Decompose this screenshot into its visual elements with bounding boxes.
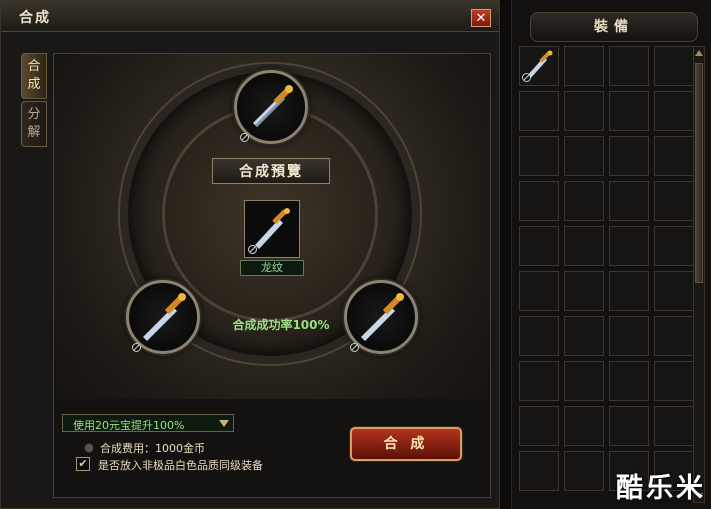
inventory-slot[interactable] (519, 226, 559, 266)
inventory-slot[interactable] (609, 91, 649, 131)
dropdown-arrow-icon (219, 420, 229, 427)
sword-icon (253, 85, 293, 127)
inventory-slot[interactable] (609, 361, 649, 401)
bound-icon (240, 133, 249, 142)
inventory-slot[interactable] (564, 91, 604, 131)
inventory-slot[interactable] (519, 451, 559, 491)
inventory-slot[interactable] (609, 271, 649, 311)
inventory-slot[interactable] (519, 181, 559, 221)
inventory-slot[interactable] (564, 271, 604, 311)
inventory-slot[interactable] (654, 316, 694, 356)
bound-icon (522, 73, 531, 82)
window-title: 合成 (19, 10, 51, 26)
inventory-slot[interactable] (609, 136, 649, 176)
check-icon: ✔ (78, 457, 88, 470)
sword-icon (361, 293, 404, 341)
inventory-slot[interactable] (564, 181, 604, 221)
inventory-slot[interactable] (654, 406, 694, 446)
inventory-slot[interactable] (564, 136, 604, 176)
inventory-slot[interactable] (609, 316, 649, 356)
inventory-slot[interactable] (654, 226, 694, 266)
inventory-slot[interactable] (564, 46, 604, 86)
result-item-name: 龙纹 (240, 260, 304, 276)
inventory-slot[interactable] (519, 361, 559, 401)
inventory-slot[interactable] (654, 361, 694, 401)
inventory-slot[interactable] (564, 361, 604, 401)
inventory-slot[interactable] (609, 406, 649, 446)
sword-icon (143, 293, 186, 341)
inventory-slot[interactable] (654, 46, 694, 86)
title-bar: 合成 ✕ (1, 1, 499, 32)
inventory-slot[interactable] (564, 226, 604, 266)
inventory-scrollbar[interactable] (693, 46, 705, 503)
tab-merge-label: 合成 (27, 59, 41, 92)
merge-cost: 合成费用：1000金币 (100, 442, 205, 455)
inventory-slot[interactable] (609, 226, 649, 266)
material-slot-right[interactable] (344, 280, 418, 354)
inventory-slot[interactable] (519, 406, 559, 446)
boost-dropdown-value: 使用20元宝提升100% (73, 419, 185, 432)
material-slot-left[interactable] (126, 280, 200, 354)
inventory-slot[interactable] (519, 316, 559, 356)
merge-stage: 合成預覽 龙纹 合成成功率100% (54, 54, 490, 399)
include-white-label: 是否放入非极品白色品质同级装备 (98, 459, 263, 472)
scroll-up-icon[interactable] (695, 50, 703, 56)
inventory-slot[interactable] (654, 136, 694, 176)
coin-icon (84, 443, 94, 453)
preview-banner: 合成預覽 (212, 158, 330, 184)
inventory-slot[interactable] (654, 271, 694, 311)
close-icon[interactable]: ✕ (471, 9, 491, 27)
merge-button[interactable]: 合 成 (350, 427, 462, 461)
bound-icon (350, 343, 359, 352)
material-slot-top[interactable] (234, 70, 308, 144)
inventory-slot[interactable] (654, 181, 694, 221)
tab-merge[interactable]: 合成 (21, 53, 47, 99)
inventory-slot[interactable] (519, 136, 559, 176)
inventory-slot[interactable] (564, 406, 604, 446)
result-slot[interactable] (244, 200, 300, 258)
tab-decompose[interactable]: 分解 (21, 101, 47, 147)
inventory-slot[interactable] (564, 316, 604, 356)
inventory-slot[interactable] (609, 181, 649, 221)
tab-decompose-label: 分解 (27, 107, 41, 140)
bound-icon (132, 343, 141, 352)
inventory-slot[interactable] (519, 91, 559, 131)
inventory-grid (519, 46, 695, 503)
inventory-slot[interactable] (519, 46, 559, 86)
boost-dropdown[interactable]: 使用20元宝提升100% (62, 414, 234, 432)
inventory-slot[interactable] (609, 46, 649, 86)
include-white-checkbox[interactable]: ✔ (76, 457, 90, 471)
merge-window: 合成 ✕ 合成 分解 合成預覽 龙纹 合成成功率100% 使用20元宝提升100… (0, 0, 500, 509)
inventory-panel: 裝備 (511, 0, 711, 509)
inventory-slot[interactable] (654, 91, 694, 131)
inventory-slot[interactable] (519, 271, 559, 311)
inventory-title: 裝備 (530, 12, 698, 42)
merge-panel: 合成預覽 龙纹 合成成功率100% 使用20元宝提升100% 合成费用：1000… (53, 53, 491, 498)
watermark: 酷乐米 (616, 473, 706, 504)
scroll-thumb[interactable] (695, 63, 703, 283)
inventory-slot[interactable] (564, 451, 604, 491)
bound-icon (248, 245, 257, 254)
success-rate: 合成成功率100% (232, 318, 330, 332)
